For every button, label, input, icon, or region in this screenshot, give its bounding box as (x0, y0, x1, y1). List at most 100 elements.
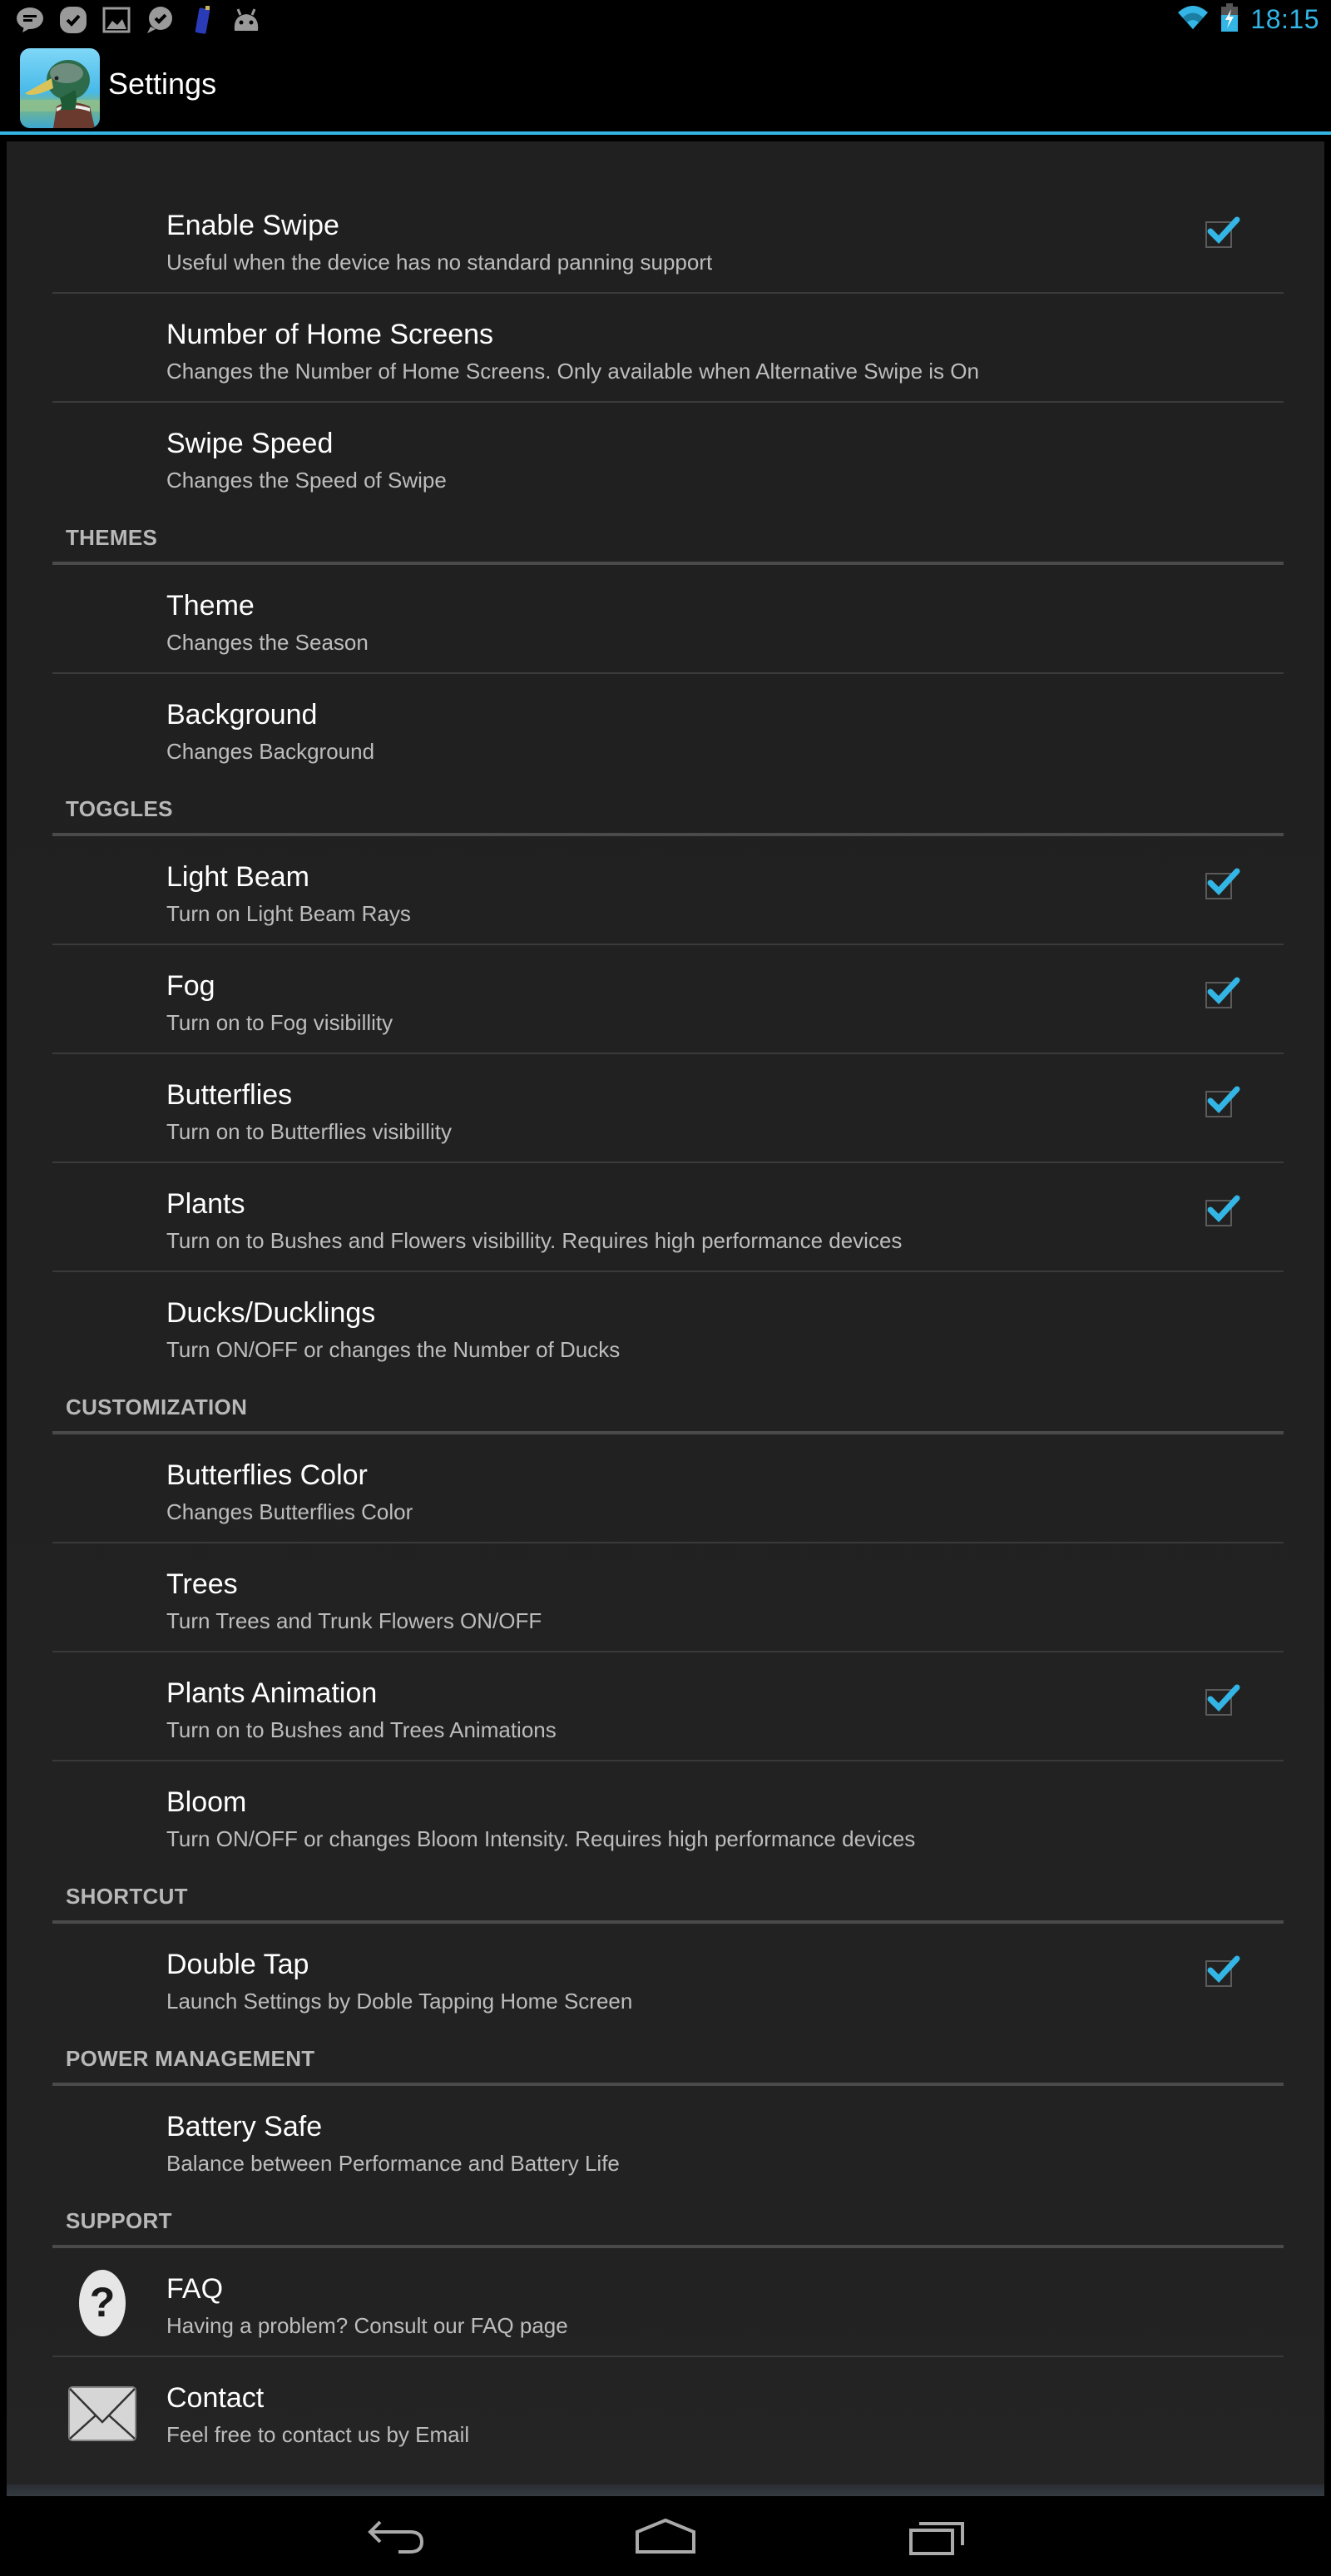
pref-battery-safe[interactable]: Battery Safe Balance between Performance… (52, 2086, 1284, 2193)
category-toggles: TOGGLES (52, 781, 1284, 836)
plants-checkbox[interactable] (1205, 1195, 1240, 1226)
checkmark-icon (1207, 868, 1240, 896)
gallery-icon (101, 5, 131, 35)
notification-icons (15, 5, 261, 35)
action-bar-divider (0, 131, 1331, 135)
light-beam-checkbox[interactable] (1205, 868, 1240, 899)
pref-plants[interactable]: Plants Turn on to Bushes and Flowers vis… (52, 1163, 1284, 1272)
category-support: SUPPORT (52, 2193, 1284, 2248)
home-button[interactable] (632, 2516, 699, 2558)
pref-summary: Balance between Performance and Battery … (166, 2151, 620, 2176)
category-shortcut: SHORTCUT (52, 1869, 1284, 1924)
category-label: POWER MANAGEMENT (66, 2046, 315, 2071)
pref-contact[interactable]: Contact Feel free to contact us by Email (52, 2357, 1284, 2465)
pref-bloom[interactable]: Bloom Turn ON/OFF or changes Bloom Inten… (52, 1761, 1284, 1869)
category-label: CUSTOMIZATION (66, 1395, 248, 1419)
pref-summary: Turn ON/OFF or changes Bloom Intensity. … (166, 1826, 916, 1851)
pref-number-of-home-screens[interactable]: Number of Home Screens Changes the Numbe… (52, 294, 1284, 403)
category-themes: THEMES (52, 510, 1284, 565)
pref-title: Butterflies (166, 1079, 293, 1111)
category-label: SHORTCUT (66, 1884, 188, 1909)
pref-double-tap[interactable]: Double Tap Launch Settings by Doble Tapp… (52, 1924, 1284, 2031)
pref-swipe-speed[interactable]: Swipe Speed Changes the Speed of Swipe (52, 403, 1284, 510)
pref-fog[interactable]: Fog Turn on to Fog visibillity (52, 945, 1284, 1054)
checkmark-icon (1207, 1684, 1240, 1712)
battery-charging-icon (1220, 3, 1239, 36)
pref-title: FAQ (166, 2273, 224, 2305)
pref-title: Bloom (166, 1786, 247, 1818)
enable-swipe-checkbox[interactable] (1205, 216, 1240, 248)
pref-title: Trees (166, 1568, 238, 1600)
hangouts-check-icon (58, 5, 88, 35)
pref-title: Swipe Speed (166, 428, 334, 459)
duck-app-icon[interactable] (20, 48, 100, 128)
recent-apps-icon (909, 2522, 964, 2555)
panel-bottom-edge (7, 2484, 1324, 2496)
pref-summary: Having a problem? Consult our FAQ page (166, 2313, 568, 2338)
pref-ducks-ducklings[interactable]: Ducks/Ducklings Turn ON/OFF or changes t… (52, 1272, 1284, 1380)
pref-summary: Changes the Number of Home Screens. Only… (166, 359, 979, 384)
status-clock: 18:15 (1250, 4, 1319, 34)
pref-summary: Changes Background (166, 739, 375, 764)
plants-animation-checkbox[interactable] (1205, 1684, 1240, 1716)
status-bar: 18:15 (0, 0, 1331, 40)
checkmark-icon (1207, 1086, 1240, 1114)
pref-summary: Changes the Season (166, 630, 369, 655)
pref-summary: Turn on to Fog visibillity (166, 1010, 393, 1035)
action-bar: Settings (0, 40, 1331, 131)
home-icon (636, 2519, 695, 2554)
preference-list: Enable Swipe Useful when the device has … (52, 185, 1284, 2465)
pref-summary: Turn on Light Beam Rays (166, 901, 411, 926)
pref-title: Enable Swipe (166, 210, 339, 241)
pref-title: Butterflies Color (166, 1459, 368, 1491)
svg-text:?: ? (90, 2279, 116, 2326)
pref-summary: Useful when the device has no standard p… (166, 250, 713, 275)
pref-theme[interactable]: Theme Changes the Season (52, 565, 1284, 674)
check-bubble-icon (145, 5, 175, 35)
pref-summary: Turn on to Butterflies visibillity (166, 1119, 452, 1144)
email-envelope-icon (67, 2377, 137, 2447)
back-button[interactable] (363, 2516, 429, 2558)
android-icon (231, 5, 261, 35)
pref-title: Battery Safe (166, 2111, 323, 2143)
pref-title: Ducks/Ducklings (166, 1297, 376, 1329)
pref-butterflies[interactable]: Butterflies Turn on to Butterflies visib… (52, 1054, 1284, 1163)
pref-summary: Changes Butterflies Color (166, 1499, 413, 1524)
pref-title: Fog (166, 970, 215, 1002)
pref-summary: Feel free to contact us by Email (166, 2422, 470, 2447)
message-icon (15, 5, 45, 35)
checkmark-icon (1207, 216, 1240, 245)
pref-title: Plants (166, 1188, 245, 1220)
pref-background[interactable]: Background Changes Background (52, 674, 1284, 781)
settings-panel[interactable]: Enable Swipe Useful when the device has … (7, 141, 1324, 2493)
pref-light-beam[interactable]: Light Beam Turn on Light Beam Rays (52, 836, 1284, 945)
checkmark-icon (1207, 977, 1240, 1005)
pref-title: Light Beam (166, 861, 309, 893)
pref-summary: Changes the Speed of Swipe (166, 468, 447, 493)
checkmark-icon (1207, 1955, 1240, 1984)
fog-checkbox[interactable] (1205, 977, 1240, 1008)
pref-butterflies-color[interactable]: Butterflies Color Changes Butterflies Co… (52, 1434, 1284, 1543)
phone-device-icon (188, 5, 218, 35)
pref-title: Plants Animation (166, 1677, 378, 1709)
pref-title: Theme (166, 590, 255, 622)
pref-summary: Turn on to Bushes and Flowers visibillit… (166, 1228, 903, 1253)
pref-title: Number of Home Screens (166, 319, 494, 350)
double-tap-checkbox[interactable] (1205, 1955, 1240, 1987)
pref-trees[interactable]: Trees Turn Trees and Trunk Flowers ON/OF… (52, 1543, 1284, 1652)
butterflies-checkbox[interactable] (1205, 1086, 1240, 1117)
pref-faq[interactable]: ? FAQ Having a problem? Consult our FAQ … (52, 2248, 1284, 2357)
pref-enable-swipe[interactable]: Enable Swipe Useful when the device has … (52, 185, 1284, 294)
pref-summary: Turn on to Bushes and Trees Animations (166, 1717, 557, 1742)
pref-title: Double Tap (166, 1949, 309, 1980)
pref-plants-animation[interactable]: Plants Animation Turn on to Bushes and T… (52, 1652, 1284, 1761)
back-icon (368, 2520, 424, 2554)
pref-summary: Turn ON/OFF or changes the Number of Duc… (166, 1337, 621, 1362)
recent-apps-button[interactable] (903, 2516, 970, 2558)
pref-summary: Launch Settings by Doble Tapping Home Sc… (166, 1989, 633, 2014)
checkmark-icon (1207, 1195, 1240, 1223)
page-title: Settings (108, 67, 217, 101)
category-label: TOGGLES (66, 796, 173, 821)
pref-summary: Turn Trees and Trunk Flowers ON/OFF (166, 1608, 542, 1633)
category-label: THEMES (66, 525, 158, 550)
